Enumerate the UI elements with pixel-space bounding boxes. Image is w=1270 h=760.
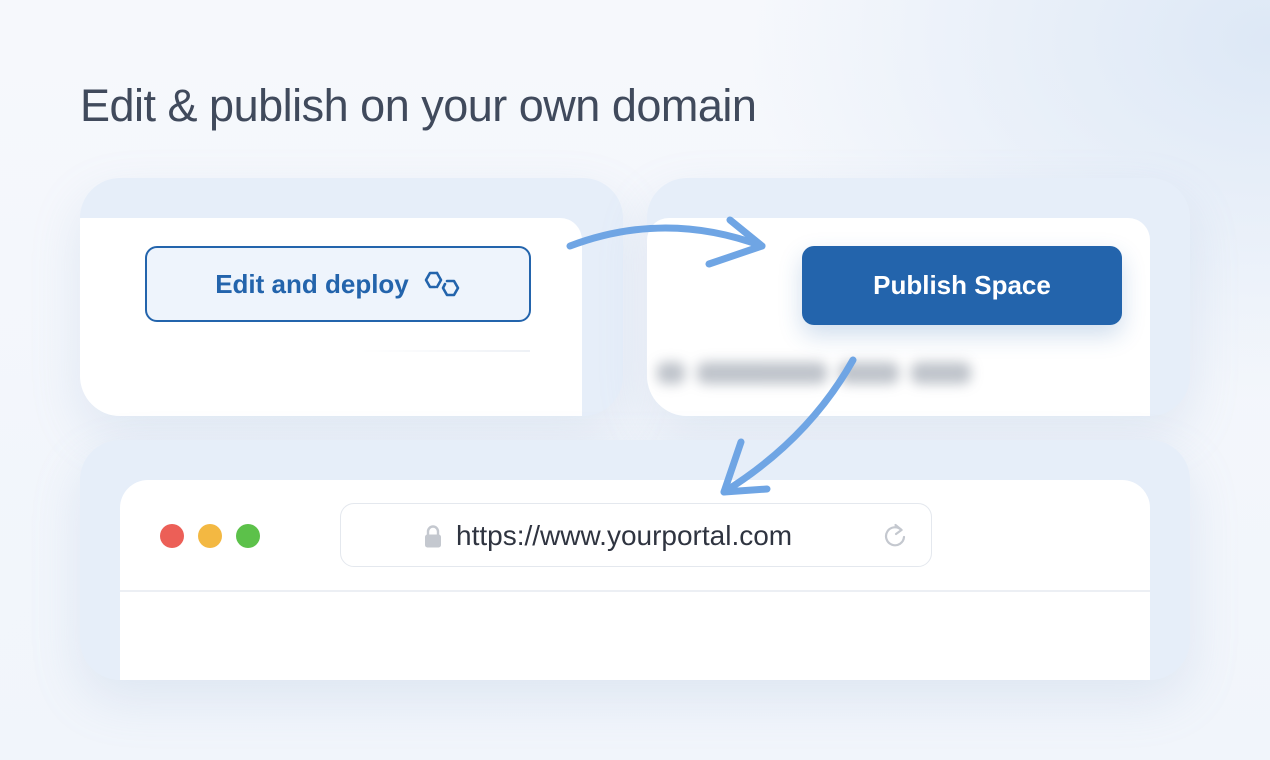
edit-and-deploy-label: Edit and deploy bbox=[215, 268, 409, 299]
page-title: Edit & publish on your own domain bbox=[80, 80, 757, 131]
edit-card: Edit and deploy bbox=[80, 218, 582, 416]
url-text: https://www.yourportal.com bbox=[456, 520, 793, 551]
publish-space-button[interactable]: Publish Space bbox=[802, 246, 1122, 325]
reload-icon[interactable] bbox=[881, 522, 909, 550]
browser-panel: https://www.yourportal.com bbox=[80, 440, 1190, 680]
publish-panel: Publish Space bbox=[647, 178, 1190, 416]
edit-and-deploy-button[interactable]: Edit and deploy bbox=[145, 246, 531, 322]
blurred-placeholder-text bbox=[657, 358, 977, 388]
maximize-window-button[interactable] bbox=[236, 524, 260, 548]
minimize-window-button[interactable] bbox=[198, 524, 222, 548]
toolbar-divider bbox=[120, 590, 1150, 592]
card-separator bbox=[360, 350, 530, 352]
browser-window: https://www.yourportal.com bbox=[120, 480, 1150, 680]
edit-panel: Edit and deploy bbox=[80, 178, 623, 416]
lock-icon bbox=[425, 525, 441, 548]
deploy-links-icon bbox=[424, 271, 460, 297]
address-bar[interactable]: https://www.yourportal.com bbox=[340, 503, 932, 567]
publish-space-label: Publish Space bbox=[873, 270, 1051, 300]
publish-card: Publish Space bbox=[647, 218, 1150, 416]
close-window-button[interactable] bbox=[160, 524, 184, 548]
